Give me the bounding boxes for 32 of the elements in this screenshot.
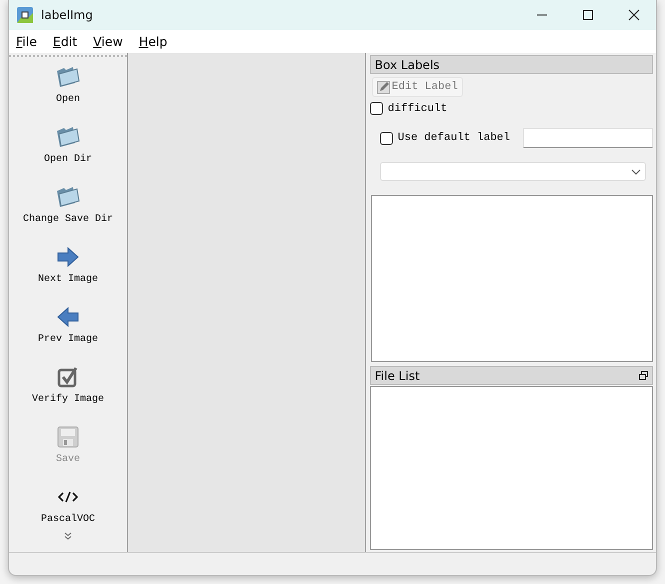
expand-icon[interactable] [64, 532, 72, 540]
folder-icon [55, 64, 81, 90]
close-icon[interactable] [628, 9, 640, 21]
toolbar-button[interactable]: Verify Image [32, 364, 104, 424]
toolbar-button[interactable]: Next Image [38, 244, 98, 304]
left-arrow-icon [56, 304, 80, 330]
maximize-icon[interactable] [582, 9, 594, 21]
menu-item[interactable]: View [93, 34, 123, 49]
toolbar-button[interactable]: PascalVOC [40, 484, 95, 544]
folder-icon [54, 184, 81, 210]
checkbox[interactable] [370, 102, 383, 115]
toolbar-button[interactable]: Change Save Dir [22, 184, 113, 244]
folder-icon [54, 124, 81, 150]
panel-header: Box Labels [370, 55, 653, 74]
default-label-field[interactable] [523, 128, 653, 148]
right-arrow-icon [56, 244, 80, 270]
undock-icon[interactable] [639, 371, 648, 380]
menu-item[interactable]: Edit [52, 34, 78, 49]
pencil-icon [376, 80, 390, 94]
checkbox[interactable] [380, 132, 393, 144]
checkbox-label: difficult [388, 102, 448, 114]
window-title: labelImg [41, 8, 93, 22]
toolbar-button[interactable]: Open Dir [44, 124, 92, 184]
menu-item[interactable]: Help [138, 34, 168, 49]
panel-title: File List [374, 368, 420, 382]
checkbox-label: Use default label [398, 132, 510, 144]
menu-item[interactable]: File [16, 34, 37, 49]
toolbar-button[interactable]: Open [55, 64, 81, 124]
chevron-down-icon [631, 168, 641, 174]
app-icon [17, 7, 33, 23]
checkbox-icon [56, 364, 79, 390]
toolbar-button[interactable]: Prev Image [38, 304, 98, 364]
